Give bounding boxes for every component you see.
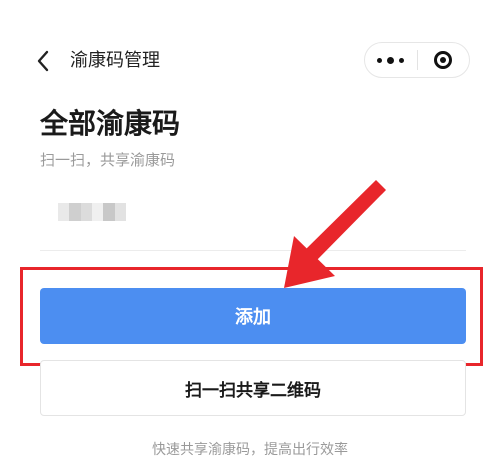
close-button[interactable] [418, 43, 470, 77]
chevron-left-icon [37, 50, 49, 72]
page: 渝康码管理 全部渝康码 扫一扫，共享渝康码 添加 扫一扫共享二维码 快速共享渝康… [0, 0, 500, 472]
mini-program-capsule [364, 42, 470, 78]
page-title: 全部渝康码 [40, 107, 181, 140]
page-subtitle: 扫一扫，共享渝康码 [40, 151, 176, 169]
blur-pixel [91, 203, 104, 221]
blurred-code-entry[interactable] [58, 203, 126, 221]
annotation-highlight-box [20, 267, 483, 366]
more-button[interactable] [365, 43, 417, 77]
footer-hint: 快速共享渝康码，提高出行效率 [152, 442, 348, 458]
scan-share-qrcode-button[interactable]: 扫一扫共享二维码 [40, 360, 466, 416]
more-dots-icon [377, 56, 405, 64]
target-circle-icon [434, 51, 453, 69]
blur-pixel [114, 203, 126, 221]
blur-pixel [80, 203, 92, 221]
back-button[interactable] [28, 46, 58, 76]
list-divider [40, 250, 466, 251]
blur-pixel [103, 203, 115, 221]
nav-title: 渝康码管理 [70, 50, 160, 71]
blur-pixel [58, 203, 70, 221]
blur-pixel [69, 203, 81, 221]
